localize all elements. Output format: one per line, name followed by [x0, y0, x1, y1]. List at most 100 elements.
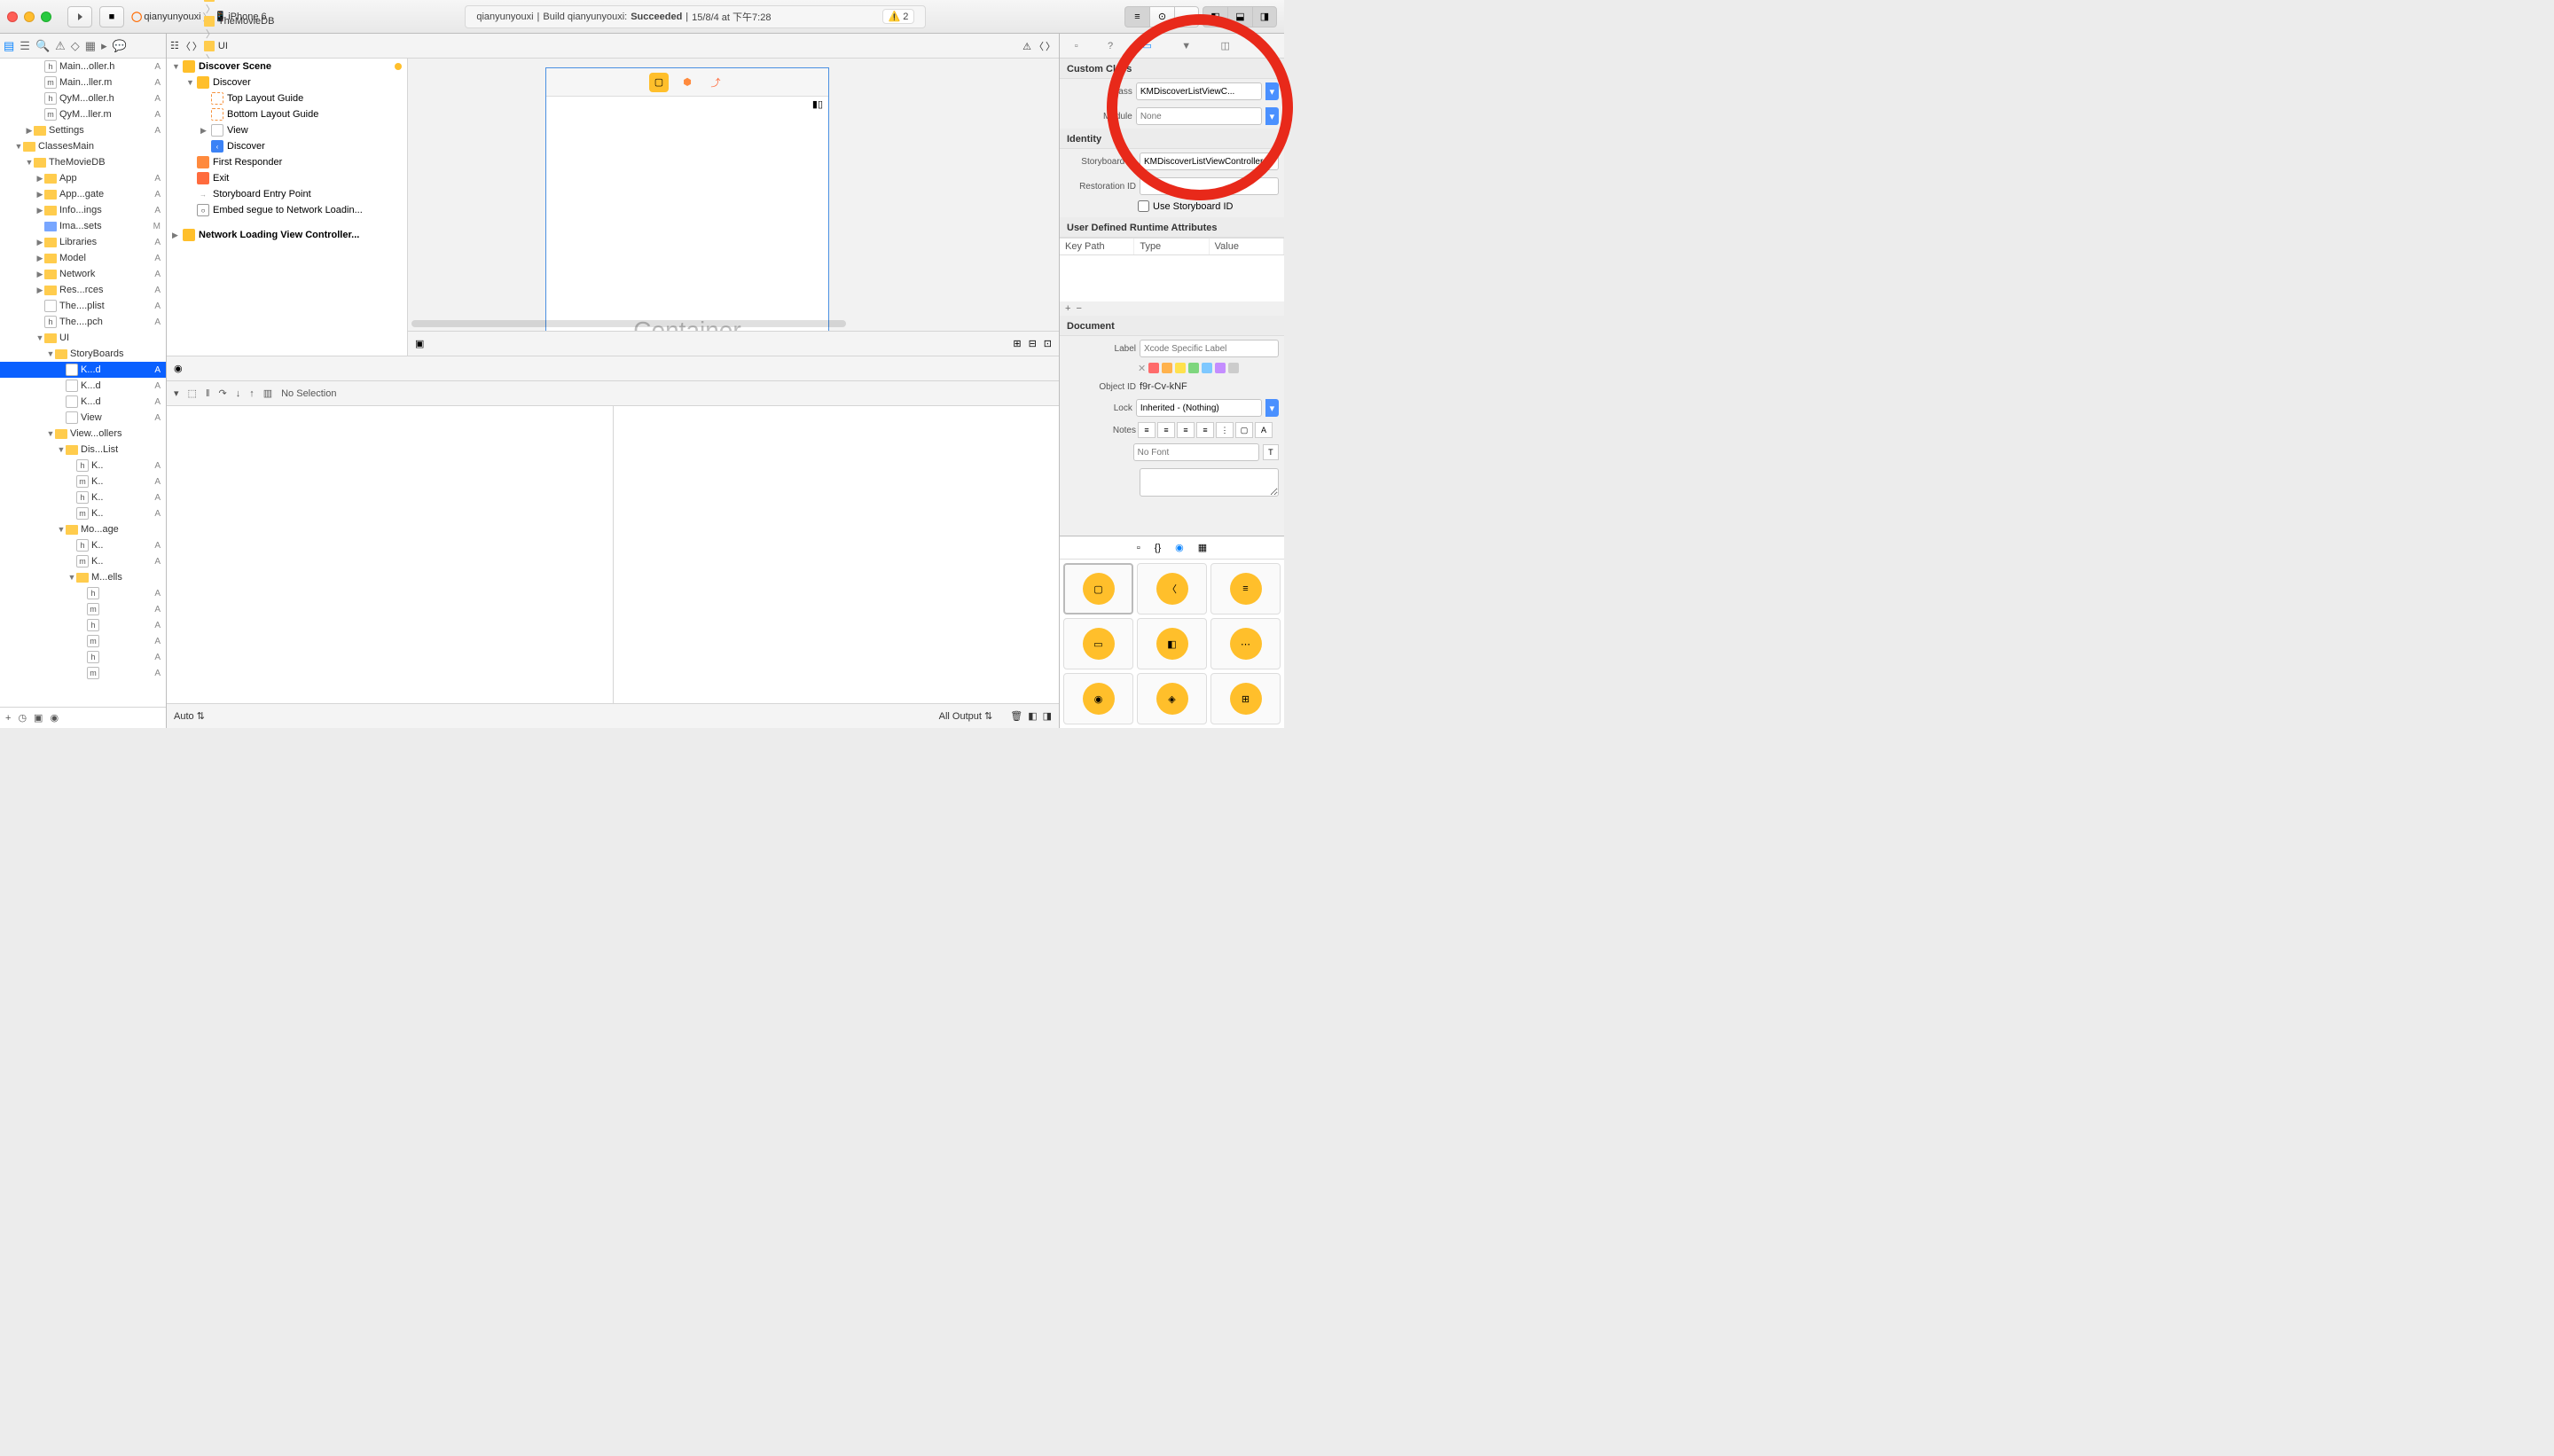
first-responder-icon[interactable]: ⬢ [678, 73, 697, 92]
module-dropdown-icon[interactable]: ▾ [1265, 107, 1279, 125]
forward-button[interactable]: 〉 [192, 39, 202, 53]
media-library-tab[interactable]: ▦ [1198, 542, 1207, 553]
notes-textarea[interactable] [1140, 468, 1279, 497]
pane-right-icon[interactable]: ◨ [1043, 710, 1052, 722]
nav-item[interactable]: hK..A [0, 458, 166, 474]
debug-view-icon[interactable]: ▥ [263, 387, 272, 399]
restoration-id-field[interactable] [1140, 177, 1279, 195]
font-picker-icon[interactable]: T [1263, 444, 1279, 460]
clock-icon[interactable]: ◷ [18, 712, 27, 724]
run-button[interactable] [67, 6, 92, 27]
lock-field[interactable] [1136, 399, 1262, 417]
class-field[interactable] [1136, 82, 1262, 100]
breakpoint-navigator-tab[interactable]: ▸ [101, 39, 107, 53]
object-library-grid[interactable]: ▢ 〈 ≡ ▭ ◧ ⋯ ◉ ◈ ⊞ [1060, 560, 1284, 728]
nav-item[interactable]: hA [0, 649, 166, 665]
report-navigator-tab[interactable]: 💬 [113, 39, 127, 53]
variables-view[interactable] [167, 406, 613, 703]
nav-item[interactable]: mA [0, 633, 166, 649]
avkit-controller-object[interactable]: ⊞ [1210, 673, 1281, 724]
link-icon[interactable]: A [1255, 422, 1273, 438]
nav-item[interactable]: K...dA [0, 378, 166, 394]
nav-item[interactable]: hK..A [0, 489, 166, 505]
nav-item[interactable]: ▼StoryBoards [0, 346, 166, 362]
nav-item[interactable]: ViewA [0, 410, 166, 426]
nav-item[interactable]: hThe....pchA [0, 314, 166, 330]
align-justify-icon[interactable]: ≡ [1196, 422, 1214, 438]
outline-item[interactable]: ○Embed segue to Network Loadin... [167, 202, 407, 218]
issue-prev-icon[interactable]: ⚠ 〈 [1022, 39, 1044, 53]
library-tabs[interactable]: ▫ {} ◉ ▦ [1060, 536, 1284, 560]
outline-toggle-icon[interactable]: ▣ [415, 338, 424, 349]
nav-item[interactable]: ▶AppA [0, 170, 166, 186]
outline-item[interactable]: ‹Discover [167, 138, 407, 154]
use-storyboard-id-checkbox[interactable] [1138, 200, 1149, 212]
nav-item[interactable]: ▼View...ollers [0, 426, 166, 442]
nav-item[interactable]: hA [0, 585, 166, 601]
nav-item[interactable]: ▶LibrariesA [0, 234, 166, 250]
issue-navigator-tab[interactable]: ⚠ [55, 39, 66, 53]
navigator-filter-bar[interactable]: + ◷ ▣ ◉ [0, 707, 166, 728]
jump-crumb[interactable]: ClassesMain [204, 0, 286, 2]
minimize-window-button[interactable] [24, 12, 35, 22]
nav-item[interactable]: ▼M...ells [0, 569, 166, 585]
project-navigator-tab[interactable]: ▤ [4, 39, 14, 53]
nav-item[interactable]: hA [0, 617, 166, 633]
split-view-controller-object[interactable]: ◧ [1137, 618, 1207, 669]
continue-icon[interactable]: ‖ [206, 388, 210, 399]
nav-item[interactable]: The....plistA [0, 298, 166, 314]
align-center-icon[interactable]: ≡ [1157, 422, 1175, 438]
navigator-tabs[interactable]: ▤ ☰ 🔍 ⚠ ◇ ▦ ▸ 💬 [0, 34, 166, 59]
horizontal-scrollbar[interactable] [411, 320, 846, 327]
pane-left-icon[interactable]: ◧ [1028, 710, 1037, 722]
outline-item[interactable]: Bottom Layout Guide [167, 106, 407, 122]
collection-view-controller-object[interactable]: ◈ [1137, 673, 1207, 724]
class-dropdown-icon[interactable]: ▾ [1265, 82, 1279, 100]
nav-item[interactable]: hQyM...oller.hA [0, 90, 166, 106]
nav-item[interactable]: ▶Res...rcesA [0, 282, 166, 298]
udra-table-body[interactable] [1060, 255, 1284, 301]
step-into-icon[interactable]: ↓ [236, 388, 241, 399]
warnings-badge[interactable]: ⚠️ 2 [882, 9, 915, 24]
attributes-inspector-tab[interactable]: ▼ [1181, 41, 1191, 51]
nav-item[interactable]: mQyM...ller.mA [0, 106, 166, 122]
find-navigator-tab[interactable]: 🔍 [35, 39, 50, 53]
view-controller-object[interactable]: ▢ [1063, 563, 1133, 614]
file-inspector-tab[interactable]: ▫ [1075, 41, 1078, 51]
inspector-tabs[interactable]: ▫ ? ▭ ▼ ◫ → [1060, 34, 1284, 59]
identity-inspector-tab[interactable]: ▭ [1142, 40, 1151, 51]
editor-mode-segmented[interactable]: ≡ ⊙ ↔ [1124, 6, 1199, 27]
console-view[interactable] [613, 406, 1060, 703]
outline-item[interactable]: ▼Discover Scene [167, 59, 407, 74]
document-outline[interactable]: ▼Discover Scene▼DiscoverTop Layout Guide… [167, 59, 408, 356]
page-view-controller-object[interactable]: ⋯ [1210, 618, 1281, 669]
nav-item[interactable]: ▶App...gateA [0, 186, 166, 202]
symbol-navigator-tab[interactable]: ☰ [20, 39, 30, 53]
step-out-icon[interactable]: ↑ [249, 388, 255, 399]
outline-item[interactable]: ▶Network Loading View Controller... [167, 227, 407, 243]
standard-editor-button[interactable]: ≡ [1124, 6, 1149, 27]
view-controller-scene[interactable]: ▢ ⬢ ⤴ ▮▯ Container [545, 67, 829, 331]
nav-item[interactable]: ▶Info...ingsA [0, 202, 166, 218]
module-field[interactable] [1136, 107, 1262, 125]
stop-button[interactable]: ■ [99, 6, 124, 27]
outline-filter-bar[interactable]: ◉ [167, 356, 1059, 380]
interface-builder-canvas[interactable]: ➔ ▢ ⬢ ⤴ ▮▯ Container ▣ [408, 59, 1059, 331]
tab-bar-controller-object[interactable]: ▭ [1063, 618, 1133, 669]
step-over-icon[interactable]: ↷ [218, 387, 226, 399]
outline-item[interactable]: Exit [167, 170, 407, 186]
version-editor-button[interactable]: ↔ [1174, 6, 1199, 27]
nav-item[interactable]: K...dA [0, 394, 166, 410]
filter-icon[interactable]: ◉ [174, 363, 183, 374]
outline-item[interactable]: →Storyboard Entry Point [167, 186, 407, 202]
nav-item[interactable]: ▶NetworkA [0, 266, 166, 282]
nav-item[interactable]: mA [0, 601, 166, 617]
udra-remove-button[interactable]: − [1076, 303, 1081, 314]
nav-item[interactable]: ▼Mo...age [0, 521, 166, 537]
nav-item[interactable]: ▼Dis...List [0, 442, 166, 458]
udra-add-button[interactable]: + [1065, 303, 1070, 314]
size-class-icon[interactable]: ⊞ [1013, 338, 1021, 349]
align-icon[interactable]: ⊟ [1029, 338, 1037, 349]
table-view-controller-object[interactable]: ≡ [1210, 563, 1281, 614]
nav-item[interactable]: K...dA [0, 362, 166, 378]
